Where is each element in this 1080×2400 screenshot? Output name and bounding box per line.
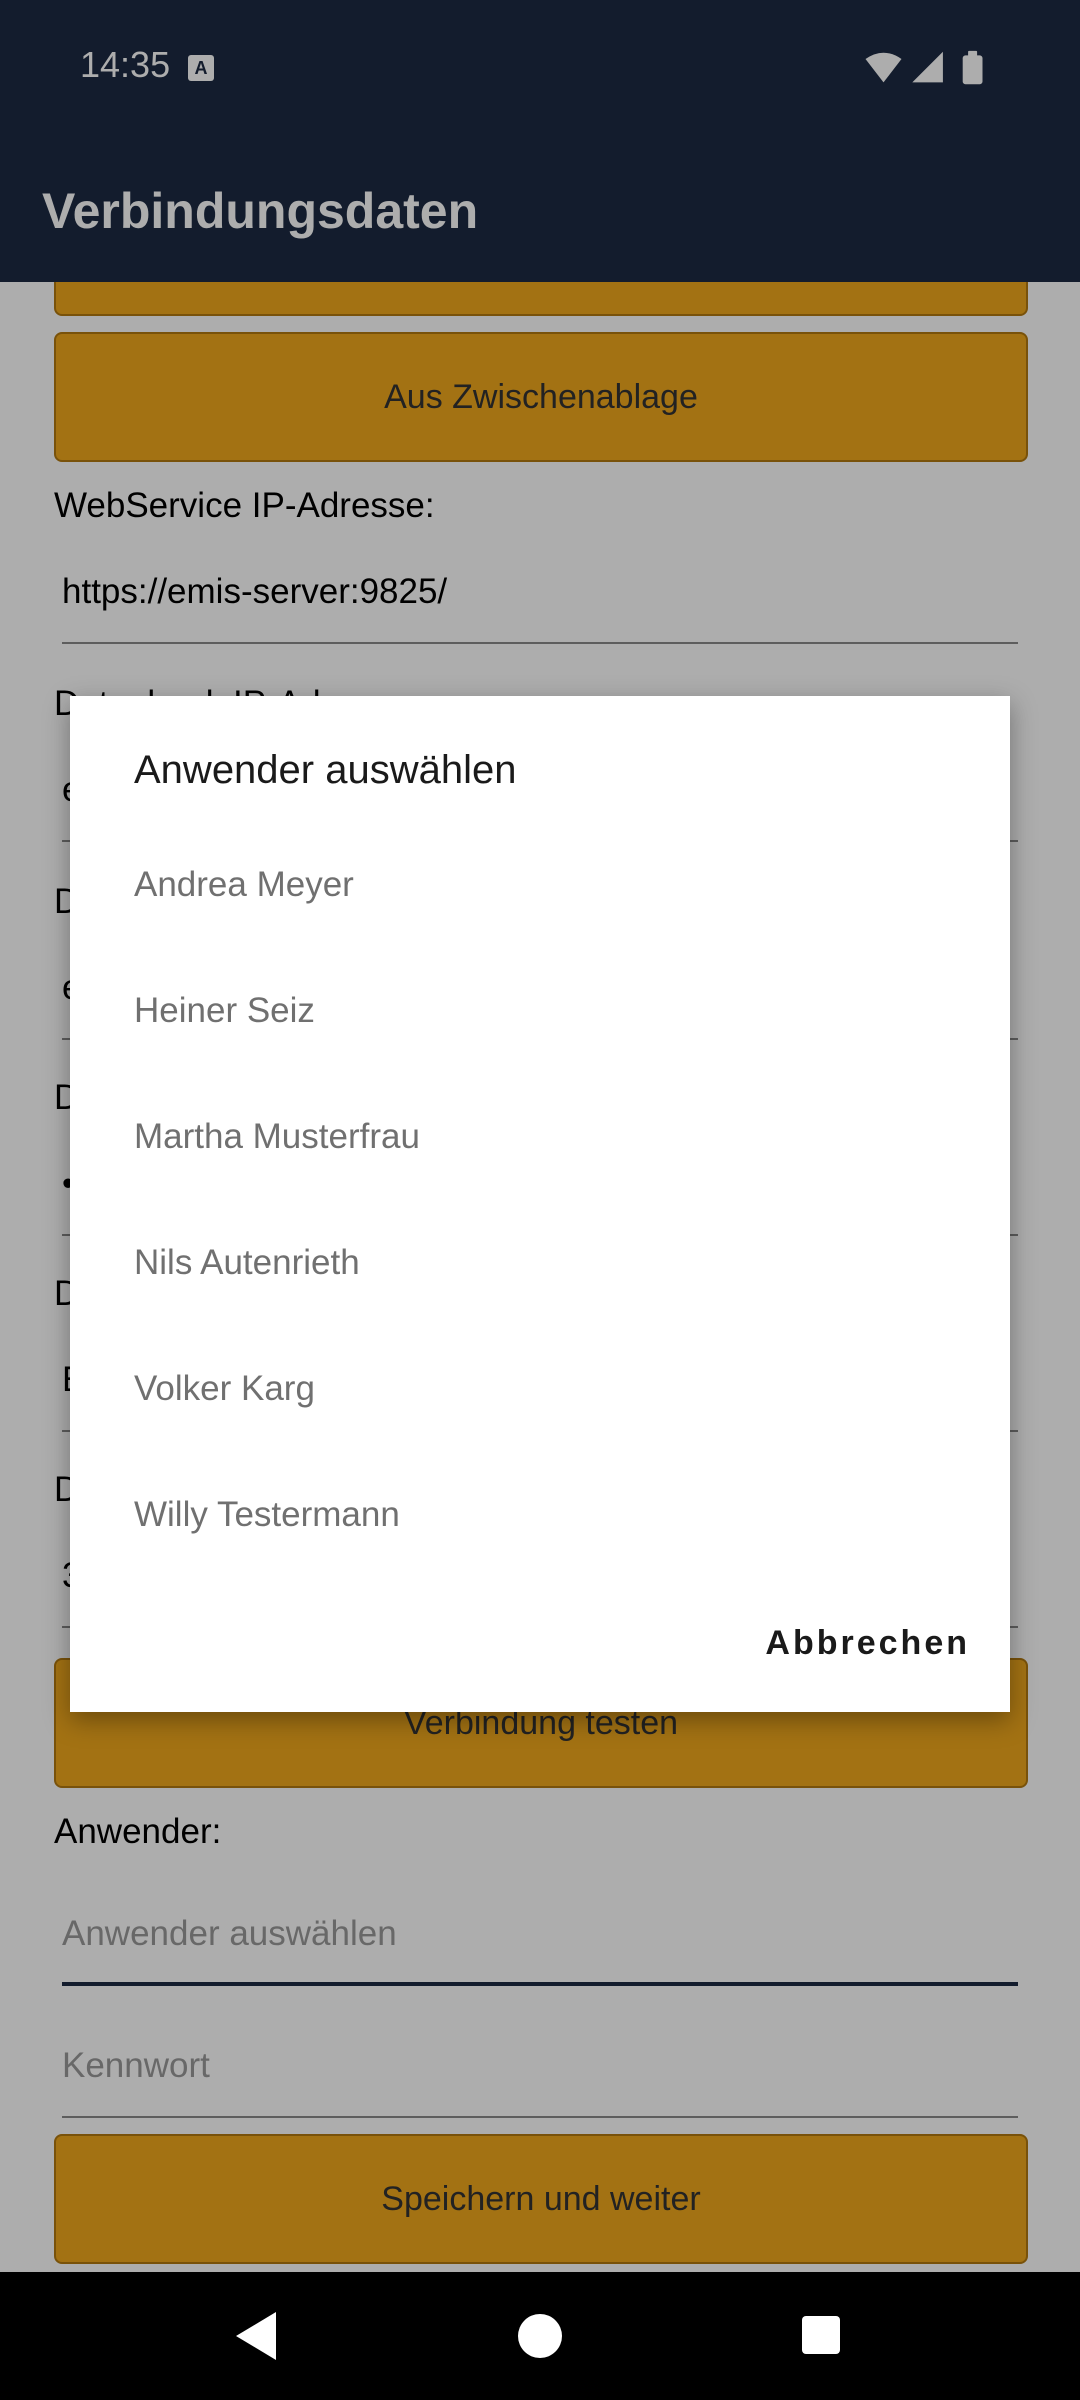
dialog-item-andrea-meyer[interactable]: Andrea Meyer — [70, 822, 1010, 948]
dialog-item-willy-testermann[interactable]: Willy Testermann — [70, 1452, 1010, 1578]
navigation-bar — [0, 2272, 1080, 2400]
cancel-button[interactable]: Abbrechen — [765, 1624, 970, 1663]
dialog-item-heiner-seiz[interactable]: Heiner Seiz — [70, 948, 1010, 1074]
user-select-dialog: Anwender auswählen Andrea Meyer Heiner S… — [70, 696, 1010, 1712]
back-icon[interactable] — [236, 2312, 276, 2360]
home-icon[interactable] — [518, 2314, 562, 2358]
dialog-item-nils-autenrieth[interactable]: Nils Autenrieth — [70, 1200, 1010, 1326]
dialog-item-martha-musterfrau[interactable]: Martha Musterfrau — [70, 1074, 1010, 1200]
dialog-title: Anwender auswählen — [134, 748, 517, 792]
navigation-icons — [236, 2312, 840, 2360]
recents-icon[interactable] — [802, 2316, 840, 2354]
dialog-item-volker-karg[interactable]: Volker Karg — [70, 1326, 1010, 1452]
